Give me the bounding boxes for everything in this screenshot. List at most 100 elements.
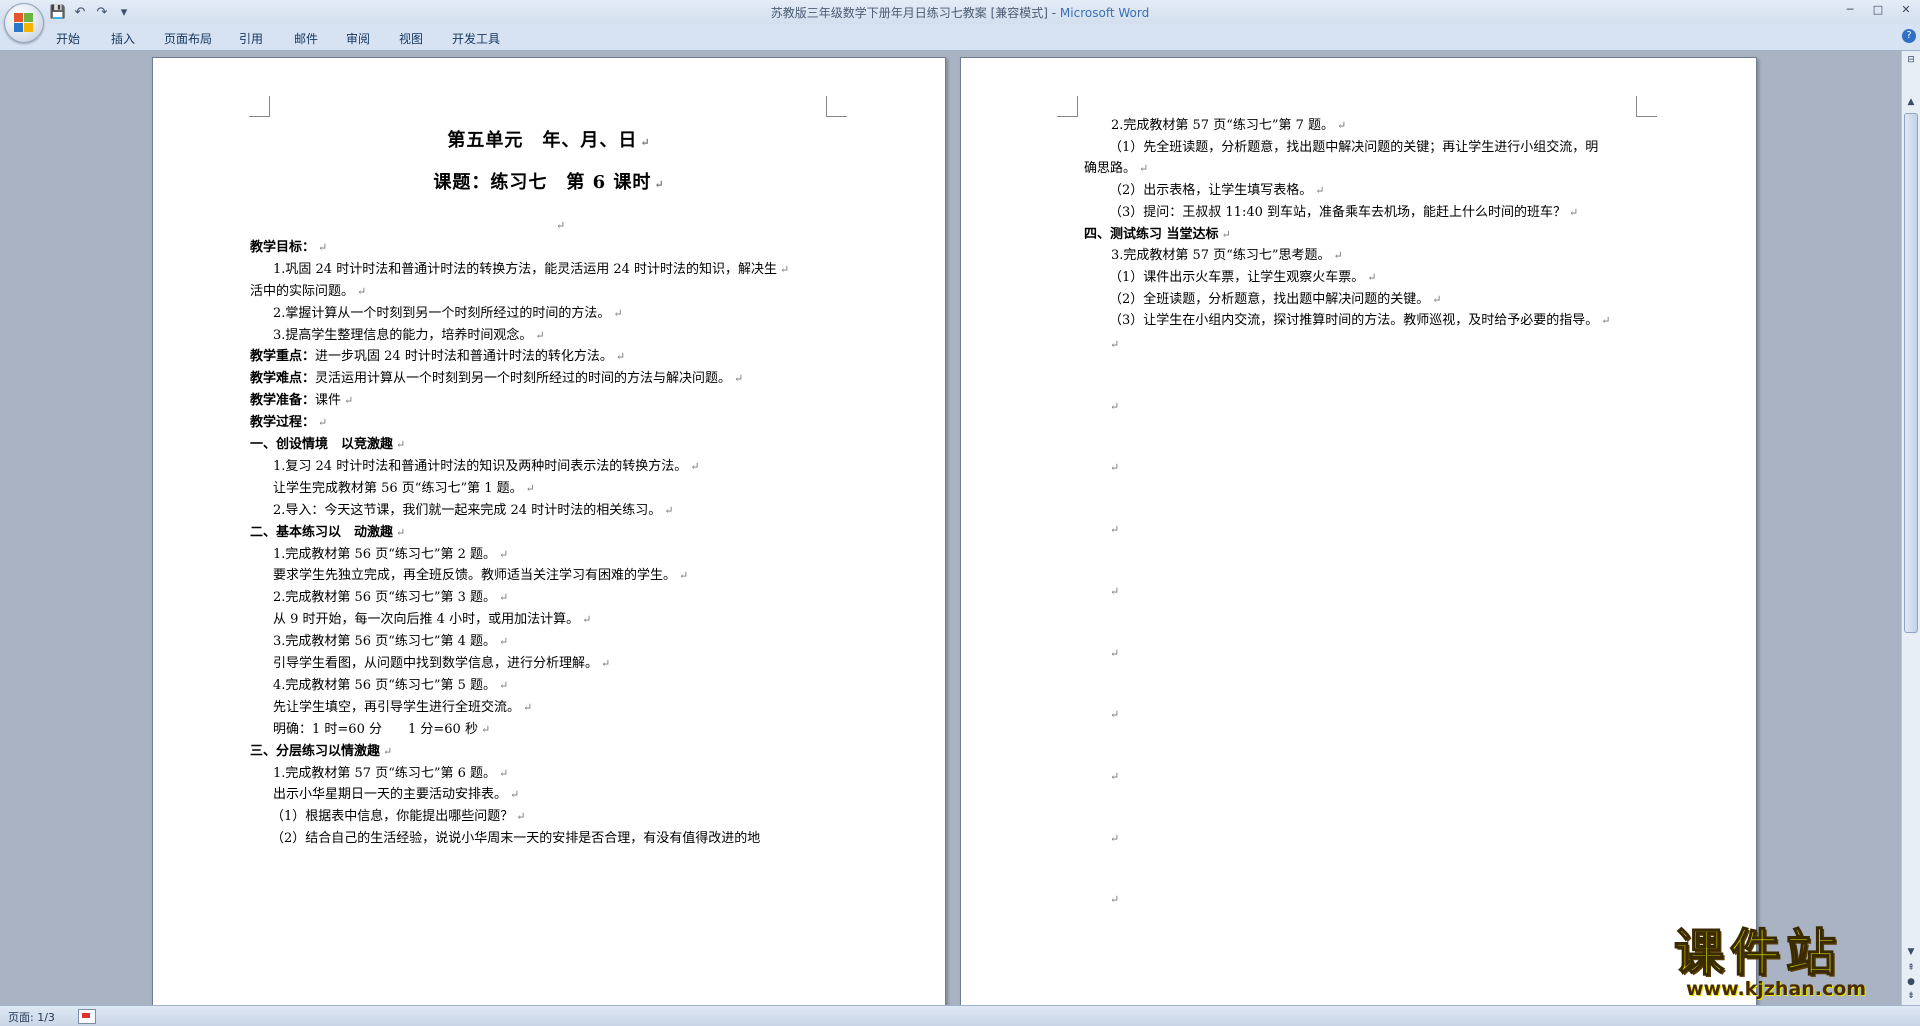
- document-paragraph: 确思路。 ↵: [1084, 159, 1148, 179]
- tab-view[interactable]: 视图: [399, 28, 452, 49]
- document-paragraph: 让学生完成教材第 56 页“练习七”第 1 题。 ↵: [273, 479, 535, 499]
- vertical-scrollbar[interactable]: ⊟ ▲ ▼ ⇞ ● ⇟: [1901, 51, 1920, 1005]
- close-button[interactable]: ✕: [1892, 0, 1920, 18]
- paragraph-text: 1.巩固 24 时计时法和普通计时法的转换方法，能灵活运用 24 时计时法的知识…: [273, 261, 778, 277]
- document-paragraph: 2.完成教材第 57 页“练习七”第 7 题。 ↵: [1111, 116, 1346, 136]
- paragraph-mark: ↵: [1432, 292, 1442, 306]
- paragraph-text: 教学目标：: [250, 239, 316, 255]
- document-paragraph: 1.巩固 24 时计时法和普通计时法的转换方法，能灵活运用 24 时计时法的知识…: [273, 260, 789, 280]
- office-button[interactable]: [4, 3, 44, 43]
- document-paragraph: （1）课件出示火车票，让学生观察火车票。 ↵: [1109, 268, 1377, 288]
- document-paragraph: 2.导入：今天这节课，我们就一起来完成 24 时计时法的相关练习。 ↵: [273, 501, 673, 521]
- empty-paragraph: ↵: [1107, 335, 1119, 355]
- field-label: 教学准备：: [250, 393, 316, 409]
- tab-mailings[interactable]: 邮件: [294, 28, 346, 49]
- document-paragraph: （1）先全班读题，分析题意，找出题中解决问题的关键；再让学生进行小组交流，明: [1109, 138, 1598, 158]
- document-area[interactable]: 第五单元 年、月、日 ↵ 课题：练习七 第 6 课时 ↵ ↵ 教学目标： ↵ 1.巩固 2…: [0, 51, 1902, 1005]
- paragraph-text: 3.提高学生整理信息的能力，培养时间观念。: [273, 327, 533, 343]
- paragraph-text: （2）全班读题，分析题意，找出题中解决问题的关键。: [1109, 291, 1430, 307]
- status-bar: 页面: 1/3: [0, 1005, 1920, 1026]
- maximize-button[interactable]: □: [1864, 0, 1892, 18]
- app-name: Microsoft Word: [1059, 6, 1150, 20]
- document-paragraph: （2）结合自己的生活经验，说说小华周末一天的安排是否合理，有没有值得改进的地: [271, 829, 760, 849]
- document-paragraph: 四、测试练习 当堂达标 ↵: [1084, 225, 1231, 245]
- paragraph-mark: ↵: [499, 635, 509, 649]
- browse-object-icon[interactable]: ●: [1904, 975, 1918, 989]
- paragraph-mark: ↵: [480, 722, 491, 736]
- document-paragraph: 4.完成教材第 56 页“练习七”第 5 题。 ↵: [273, 676, 508, 696]
- page-count-status[interactable]: 页面: 1/3: [8, 1009, 55, 1025]
- field-label: 教学难点：: [250, 371, 316, 387]
- document-paragraph: 教学过程： ↵: [250, 413, 327, 433]
- paragraph-text: 先让学生填空，再引导学生进行全班交流。: [273, 699, 521, 715]
- paragraph-mark: ↵: [499, 547, 509, 561]
- document-paragraph: 1.完成教材第 57 页“练习七”第 6 题。 ↵: [273, 764, 508, 784]
- paragraph-mark: ↵: [664, 503, 674, 517]
- paragraph-text: 让学生完成教材第 56 页“练习七”第 1 题。: [273, 480, 523, 496]
- document-paragraph: 3.完成教材第 57 页“练习七”思考题。 ↵: [1111, 246, 1343, 266]
- crop-mark-top-right: [1636, 96, 1657, 117]
- document-paragraph: 2.掌握计算从一个时刻到另一个时刻所经过的时间的方法。 ↵: [273, 304, 623, 324]
- minimize-button[interactable]: ─: [1836, 0, 1864, 18]
- page-subheading: 课题：练习七 第 6 课时 ↵: [153, 173, 945, 195]
- paragraph-text: （3）提问：王叔叔 11:40 到车站，准备乘车去机场，能赶上什么时间的班车？: [1109, 204, 1566, 220]
- next-page-icon[interactable]: ⇟: [1904, 989, 1918, 1003]
- document-page-2[interactable]: 2.完成教材第 57 页“练习七”第 7 题。 ↵ （1）先全班读题，分析题意，找出…: [960, 57, 1757, 1005]
- crop-mark-top-right: [826, 96, 847, 117]
- paragraph-text: 二、基本练习以 动激趣: [250, 524, 394, 540]
- document-paragraph: 教学目标： ↵: [250, 238, 327, 258]
- help-icon[interactable]: ?: [1902, 29, 1916, 43]
- paragraph-mark: ↵: [1333, 249, 1343, 263]
- paragraph-mark: ↵: [1601, 314, 1611, 328]
- paragraph-mark: ↵: [499, 678, 509, 692]
- tab-page-layout[interactable]: 页面布局: [164, 28, 239, 49]
- heading-text: 第五单元 年、月、日: [447, 130, 638, 151]
- subheading-text: 课题：练习七 第 6 课时: [433, 172, 652, 193]
- document-paragraph: 3.完成教材第 56 页“练习七”第 4 题。 ↵: [273, 632, 508, 652]
- document-title: 苏教版三年级数学下册年月日练习七教案 [兼容模式] -: [770, 6, 1060, 20]
- paragraph-text: 引导学生看图，从问题中找到数学信息，进行分析理解。: [273, 656, 599, 671]
- document-paragraph: 1.完成教材第 56 页“练习七”第 2 题。 ↵: [273, 545, 508, 565]
- paragraph-text: 活中的实际问题。: [250, 283, 355, 299]
- tab-insert[interactable]: 插入: [111, 28, 164, 49]
- paragraph-mark: ↵: [640, 136, 651, 149]
- paragraph-mark: ↵: [383, 744, 393, 758]
- paragraph-mark: ↵: [535, 328, 545, 342]
- paragraph-text: 明确：1 时=60 分 1 分=60 秒: [273, 721, 478, 737]
- ruler-toggle-icon[interactable]: ⊟: [1904, 53, 1918, 67]
- paragraph-mark: ↵: [556, 219, 566, 232]
- document-paragraph: （3）让学生在小组内交流，探讨推算时间的方法。教师巡视，及时给予必要的指导。 ↵: [1109, 311, 1611, 331]
- document-paragraph: 教学难点：灵活运用计算从一个时刻到另一个时刻所经过的时间的方法与解决问题。 ↵: [250, 369, 743, 389]
- proofing-status-icon[interactable]: [78, 1009, 96, 1024]
- paragraph-text: 3.完成教材第 56 页“练习七”第 4 题。: [273, 634, 497, 650]
- paragraph-text: 2.掌握计算从一个时刻到另一个时刻所经过的时间的方法。: [273, 305, 611, 321]
- title-bar: 💾 ↶ ↷ ▾ 苏教版三年级数学下册年月日练习七教案 [兼容模式] - Micr…: [0, 0, 1920, 43]
- tab-review[interactable]: 审阅: [346, 28, 399, 49]
- tab-references[interactable]: 引用: [239, 28, 294, 49]
- paragraph-mark: ↵: [780, 262, 790, 276]
- document-paragraph: 出示小华星期日一天的主要活动安排表。 ↵: [273, 785, 519, 805]
- empty-paragraph: ↵: [1107, 397, 1119, 417]
- field-label: 教学重点：: [250, 349, 316, 365]
- paragraph-mark: ↵: [1110, 769, 1120, 783]
- tab-home[interactable]: 开始: [56, 28, 111, 49]
- paragraph-mark: ↵: [679, 569, 689, 583]
- watermark-url-text: www.kjzhan.com: [1686, 978, 1867, 1000]
- paragraph-text: 3.完成教材第 57 页“练习七”思考题。: [1111, 248, 1331, 264]
- paragraph-mark: ↵: [396, 525, 406, 539]
- tab-developer[interactable]: 开发工具: [452, 28, 522, 49]
- paragraph-text: 教学过程：: [250, 415, 316, 431]
- scroll-down-icon[interactable]: ▼: [1904, 945, 1918, 959]
- scroll-up-icon[interactable]: ▲: [1904, 95, 1918, 109]
- previous-page-icon[interactable]: ⇞: [1904, 961, 1918, 975]
- page-heading: 第五单元 年、月、日 ↵: [153, 131, 945, 153]
- paragraph-text: （2）出示表格，让学生填写表格。: [1109, 183, 1313, 199]
- document-page-1[interactable]: 第五单元 年、月、日 ↵ 课题：练习七 第 6 课时 ↵ ↵ 教学目标： ↵ 1.巩固 2…: [152, 57, 946, 1005]
- scrollbar-thumb[interactable]: [1904, 113, 1918, 633]
- paragraph-mark: ↵: [1110, 831, 1120, 845]
- paragraph-mark: ↵: [396, 438, 406, 451]
- office-logo-icon: [14, 13, 34, 33]
- document-paragraph: 3.提高学生整理信息的能力，培养时间观念。 ↵: [273, 326, 545, 346]
- window-controls: ─ □ ✕: [1836, 0, 1920, 20]
- paragraph-mark: ↵: [344, 394, 354, 408]
